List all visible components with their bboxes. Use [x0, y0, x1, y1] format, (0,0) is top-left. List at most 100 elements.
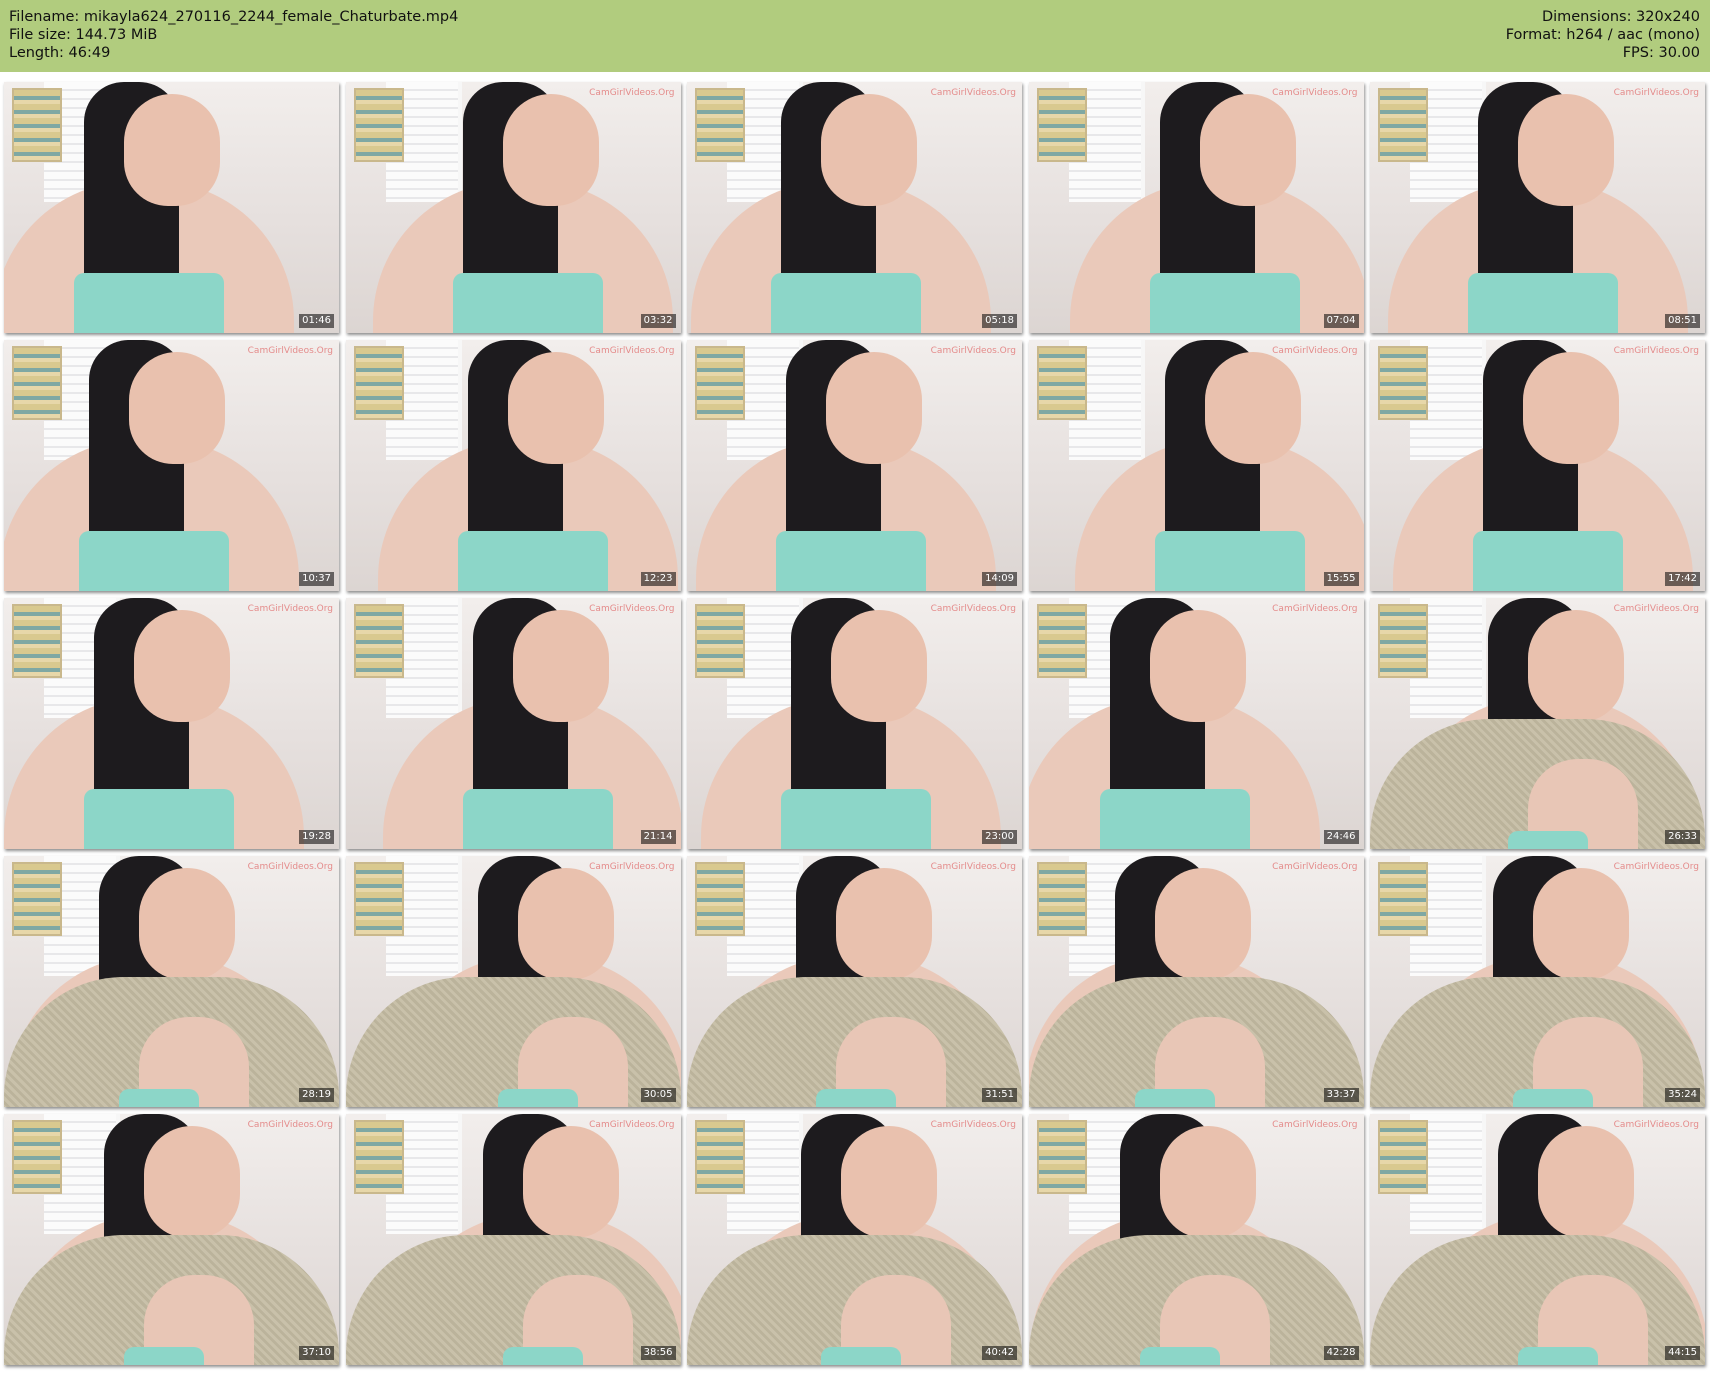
watermark-text: CamGirlVideos.Org [247, 604, 333, 614]
video-thumbnail[interactable]: CamGirlVideos.Org 23:00 [687, 598, 1022, 849]
info-header: Filename: mikayla624_270116_2244_female_… [0, 0, 1710, 72]
timestamp-label: 38:56 [640, 1346, 676, 1360]
thumbnail-image [1028, 1114, 1364, 1365]
watermark-text: CamGirlVideos.Org [930, 1120, 1016, 1130]
watermark-text: CamGirlVideos.Org [247, 346, 333, 356]
watermark-text: CamGirlVideos.Org [1613, 862, 1699, 872]
watermark-text: CamGirlVideos.Org [930, 862, 1016, 872]
timestamp-label: 05:18 [982, 314, 1017, 328]
format-line: Format: h264 / aac (mono) [1505, 27, 1700, 43]
video-thumbnail[interactable]: CamGirlVideos.Org 33:37 [1028, 856, 1364, 1107]
thumbnail-grid: 01:46 CamGirlVideos.Org 03:32 CamGirlVideos… [4, 82, 1705, 1365]
video-thumbnail[interactable]: 01:46 [4, 82, 339, 333]
thumbnail-image [345, 856, 681, 1107]
video-thumbnail[interactable]: CamGirlVideos.Org 37:10 [4, 1114, 339, 1365]
timestamp-label: 10:37 [299, 572, 334, 586]
thumbnail-image [1370, 82, 1705, 333]
timestamp-label: 03:32 [640, 314, 676, 328]
thumbnail-image [687, 82, 1022, 333]
length-line: Length: 46:49 [9, 45, 111, 61]
thumbnail-image [345, 1114, 681, 1365]
video-thumbnail[interactable]: CamGirlVideos.Org 28:19 [4, 856, 339, 1107]
video-thumbnail[interactable]: CamGirlVideos.Org 42:28 [1028, 1114, 1364, 1365]
watermark-text: CamGirlVideos.Org [247, 1120, 333, 1130]
timestamp-label: 35:24 [1665, 1088, 1700, 1102]
timestamp-label: 21:14 [640, 830, 676, 844]
video-thumbnail[interactable]: CamGirlVideos.Org 03:32 [345, 82, 681, 333]
thumbnail-image [1370, 598, 1705, 849]
thumbnail-image [4, 82, 339, 333]
timestamp-label: 24:46 [1323, 830, 1359, 844]
thumbnail-image [4, 1114, 339, 1365]
thumbnail-image [687, 856, 1022, 1107]
watermark-text: CamGirlVideos.Org [1613, 1120, 1699, 1130]
watermark-text: CamGirlVideos.Org [1613, 604, 1699, 614]
timestamp-label: 12:23 [640, 572, 676, 586]
timestamp-label: 23:00 [982, 830, 1017, 844]
video-thumbnail[interactable]: CamGirlVideos.Org 12:23 [345, 340, 681, 591]
stream-info: Dimensions: 320x240 Format: h264 / aac (… [1506, 8, 1700, 62]
thumbnail-image [687, 340, 1022, 591]
thumbnail-image [4, 856, 339, 1107]
video-thumbnail[interactable]: CamGirlVideos.Org 44:15 [1370, 1114, 1705, 1365]
file-info: Filename: mikayla624_270116_2244_female_… [9, 8, 458, 62]
video-thumbnail[interactable]: CamGirlVideos.Org 21:14 [345, 598, 681, 849]
watermark-text: CamGirlVideos.Org [930, 88, 1016, 98]
video-thumbnail[interactable]: CamGirlVideos.Org 30:05 [345, 856, 681, 1107]
thumbnail-image [1370, 1114, 1705, 1365]
watermark-text: CamGirlVideos.Org [930, 346, 1016, 356]
fps-line: FPS: 30.00 [1622, 45, 1700, 61]
video-thumbnail[interactable]: CamGirlVideos.Org 14:09 [687, 340, 1022, 591]
watermark-text: CamGirlVideos.Org [589, 88, 675, 98]
watermark-text: CamGirlVideos.Org [589, 346, 675, 356]
video-thumbnail[interactable]: CamGirlVideos.Org 26:33 [1370, 598, 1705, 849]
timestamp-label: 40:42 [982, 1346, 1017, 1360]
timestamp-label: 37:10 [299, 1346, 334, 1360]
video-thumbnail[interactable]: CamGirlVideos.Org 35:24 [1370, 856, 1705, 1107]
filename-line: Filename: mikayla624_270116_2244_female_… [9, 9, 459, 25]
watermark-text: CamGirlVideos.Org [1272, 346, 1358, 356]
timestamp-label: 44:15 [1665, 1346, 1700, 1360]
watermark-text: CamGirlVideos.Org [1272, 88, 1358, 98]
thumbnail-image [1028, 82, 1364, 333]
timestamp-label: 17:42 [1665, 572, 1700, 586]
video-thumbnail[interactable]: CamGirlVideos.Org 17:42 [1370, 340, 1705, 591]
thumbnail-image [345, 598, 681, 849]
watermark-text: CamGirlVideos.Org [247, 862, 333, 872]
watermark-text: CamGirlVideos.Org [589, 604, 675, 614]
thumbnail-image [1370, 340, 1705, 591]
video-thumbnail[interactable]: CamGirlVideos.Org 38:56 [345, 1114, 681, 1365]
timestamp-label: 08:51 [1665, 314, 1700, 328]
timestamp-label: 33:37 [1323, 1088, 1359, 1102]
thumbnail-image [1028, 340, 1364, 591]
thumbnail-image [4, 340, 339, 591]
timestamp-label: 15:55 [1323, 572, 1359, 586]
video-thumbnail[interactable]: CamGirlVideos.Org 10:37 [4, 340, 339, 591]
video-thumbnail[interactable]: CamGirlVideos.Org 07:04 [1028, 82, 1364, 333]
timestamp-label: 28:19 [299, 1088, 334, 1102]
watermark-text: CamGirlVideos.Org [1613, 346, 1699, 356]
thumbnail-image [687, 1114, 1022, 1365]
video-thumbnail[interactable]: CamGirlVideos.Org 40:42 [687, 1114, 1022, 1365]
timestamp-label: 19:28 [299, 830, 334, 844]
thumbnail-image [345, 82, 681, 333]
timestamp-label: 26:33 [1665, 830, 1700, 844]
video-thumbnail[interactable]: CamGirlVideos.Org 24:46 [1028, 598, 1364, 849]
video-thumbnail[interactable]: CamGirlVideos.Org 31:51 [687, 856, 1022, 1107]
timestamp-label: 14:09 [982, 572, 1017, 586]
video-thumbnail[interactable]: CamGirlVideos.Org 19:28 [4, 598, 339, 849]
watermark-text: CamGirlVideos.Org [1272, 862, 1358, 872]
watermark-text: CamGirlVideos.Org [930, 604, 1016, 614]
timestamp-label: 01:46 [299, 314, 334, 328]
watermark-text: CamGirlVideos.Org [1613, 88, 1699, 98]
dimensions-line: Dimensions: 320x240 [1541, 9, 1700, 25]
thumbnail-image [4, 598, 339, 849]
watermark-text: CamGirlVideos.Org [1272, 604, 1358, 614]
thumbnail-image [1370, 856, 1705, 1107]
video-thumbnail[interactable]: CamGirlVideos.Org 05:18 [687, 82, 1022, 333]
filesize-line: File size: 144.73 MiB [9, 27, 158, 43]
video-thumbnail[interactable]: CamGirlVideos.Org 15:55 [1028, 340, 1364, 591]
video-thumbnail[interactable]: CamGirlVideos.Org 08:51 [1370, 82, 1705, 333]
thumbnail-image [345, 340, 681, 591]
thumbnail-image [1028, 598, 1364, 849]
